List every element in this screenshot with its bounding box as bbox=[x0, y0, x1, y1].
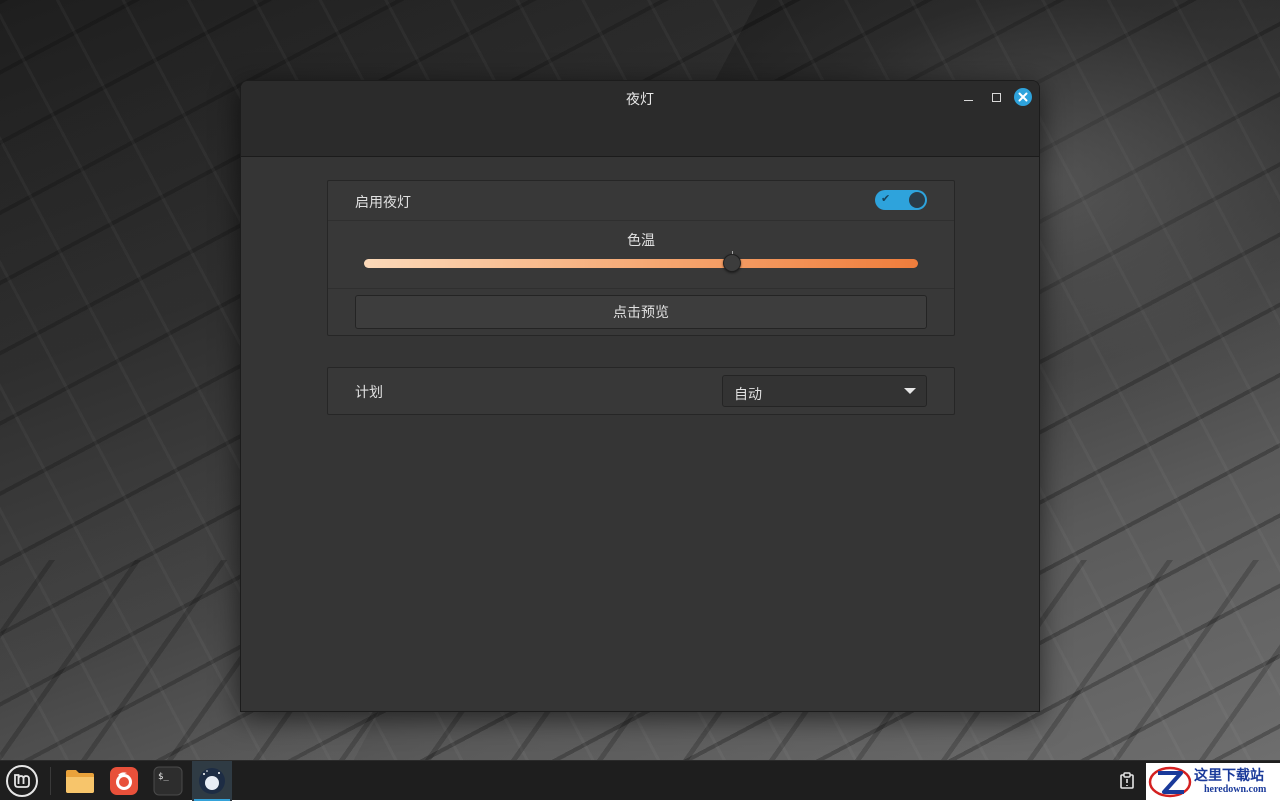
night-light-window: 夜灯 启用夜灯 ✔ 色温 点击预览 计划 自动 bbox=[240, 80, 1040, 712]
schedule-selected-value: 自动 bbox=[734, 387, 762, 403]
watermark-logo-icon bbox=[1148, 766, 1192, 798]
night-light-icon bbox=[199, 768, 225, 794]
taskbar-night-light[interactable] bbox=[192, 761, 232, 801]
preview-row: 点击预览 bbox=[328, 289, 954, 337]
minimize-icon bbox=[963, 99, 973, 101]
window-content: 启用夜灯 ✔ 色温 点击预览 计划 自动 bbox=[241, 157, 1039, 711]
maximize-icon bbox=[991, 92, 1001, 102]
schedule-dropdown[interactable]: 自动 bbox=[722, 375, 927, 407]
close-icon bbox=[1018, 92, 1028, 102]
watermark-text-cn: 这里下载站 bbox=[1194, 768, 1264, 784]
enable-night-light-switch[interactable]: ✔ bbox=[875, 190, 927, 210]
menu-button[interactable] bbox=[2, 761, 42, 801]
schedule-card: 计划 自动 bbox=[327, 367, 955, 415]
check-icon: ✔ bbox=[881, 192, 891, 205]
firefox-icon bbox=[110, 767, 138, 795]
switch-knob bbox=[909, 192, 925, 208]
window-title: 夜灯 bbox=[626, 92, 654, 108]
preview-button[interactable]: 点击预览 bbox=[355, 295, 927, 329]
dropdown-arrow-icon bbox=[904, 388, 916, 394]
tray-notes-button[interactable] bbox=[1116, 771, 1138, 791]
folder-icon bbox=[66, 770, 94, 793]
taskbar: $_ bbox=[0, 760, 1280, 801]
color-temperature-row: 色温 bbox=[328, 221, 954, 289]
schedule-row: 计划 自动 bbox=[328, 368, 954, 414]
close-button[interactable] bbox=[1014, 88, 1032, 106]
maximize-button[interactable] bbox=[987, 88, 1005, 106]
terminal-icon: $_ bbox=[153, 766, 183, 796]
notes-icon bbox=[1120, 772, 1134, 789]
enable-night-light-row: 启用夜灯 ✔ bbox=[328, 181, 954, 221]
taskbar-firefox[interactable] bbox=[104, 761, 144, 801]
watermark-text-en: heredown.com bbox=[1204, 784, 1267, 795]
terminal-glyph: $_ bbox=[158, 772, 169, 782]
schedule-label: 计划 bbox=[355, 385, 383, 401]
minimize-button[interactable] bbox=[959, 88, 977, 106]
taskbar-divider bbox=[50, 767, 51, 795]
color-temperature-slider[interactable] bbox=[364, 259, 918, 268]
night-light-settings-card: 启用夜灯 ✔ 色温 点击预览 bbox=[327, 180, 955, 336]
enable-night-light-label: 启用夜灯 bbox=[355, 195, 411, 211]
linux-mint-logo-icon bbox=[6, 765, 38, 797]
taskbar-terminal[interactable]: $_ bbox=[148, 761, 188, 801]
color-temperature-label: 色温 bbox=[627, 233, 655, 249]
title-bar[interactable]: 夜灯 bbox=[241, 81, 1039, 157]
site-watermark: 这里下载站 heredown.com bbox=[1146, 763, 1280, 800]
color-temperature-slider-handle[interactable] bbox=[723, 254, 742, 272]
taskbar-files[interactable] bbox=[60, 761, 100, 801]
